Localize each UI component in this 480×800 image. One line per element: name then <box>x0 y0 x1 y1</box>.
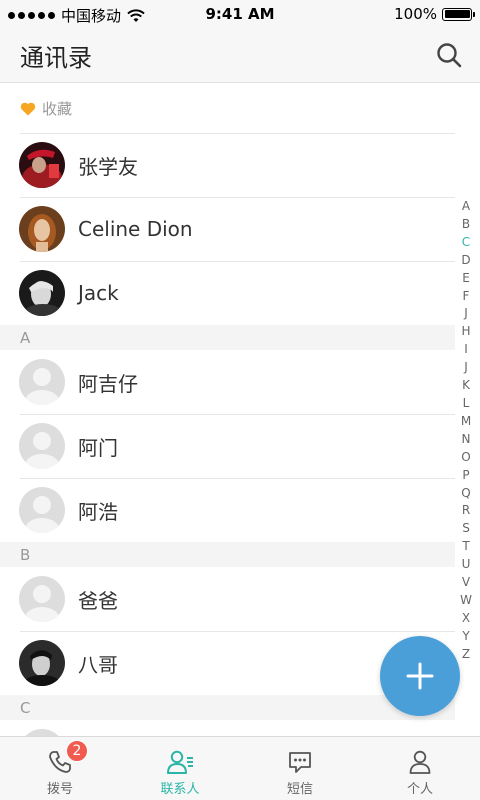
contact-name: Jack <box>78 281 119 305</box>
index-letter[interactable]: I <box>464 341 468 359</box>
contact-row[interactable]: Celine Dion <box>0 197 455 261</box>
heart-icon <box>20 102 36 115</box>
default-avatar-icon <box>19 423 65 469</box>
contact-name: Celine Dion <box>78 217 193 241</box>
index-letter[interactable]: K <box>462 377 470 395</box>
tab-label: 联系人 <box>160 782 200 797</box>
index-letter[interactable]: J <box>464 305 468 323</box>
default-avatar-icon <box>19 729 65 736</box>
avatar <box>19 640 65 686</box>
index-letter[interactable]: U <box>462 556 471 574</box>
index-letter[interactable]: A <box>462 198 470 216</box>
contact-row[interactable]: 阿吉仔 <box>0 350 455 414</box>
contact-list[interactable]: 收藏 张学友 Celine Dion Jack A 阿吉仔 阿门 阿浩 B 爸爸… <box>0 84 455 736</box>
favorites-header: 收藏 <box>0 84 455 133</box>
battery-percent: 100% <box>394 5 437 23</box>
index-letter[interactable]: Z <box>462 646 470 664</box>
plus-icon <box>406 662 434 690</box>
avatar <box>19 206 65 252</box>
index-letter[interactable]: R <box>462 502 470 520</box>
contact-name: 阿浩 <box>78 499 118 524</box>
index-letter[interactable]: E <box>462 270 470 288</box>
index-letter[interactable]: O <box>461 449 470 467</box>
contact-name: 爸爸 <box>78 588 118 613</box>
search-icon[interactable] <box>434 40 464 70</box>
index-letter[interactable]: C <box>462 234 470 252</box>
index-letter[interactable]: P <box>462 467 469 485</box>
battery-icon <box>442 7 475 21</box>
status-bar: 中国移动 9:41 AM 100% <box>0 0 480 28</box>
contact-name: 阿门 <box>78 435 118 460</box>
alphabet-index[interactable]: ABCDEFJHIJKLMNOPQRSTUVWXYZ <box>458 198 474 664</box>
tab-label: 个人 <box>406 782 433 797</box>
index-letter[interactable]: T <box>462 538 469 556</box>
index-letter[interactable]: M <box>461 413 471 431</box>
index-letter[interactable]: S <box>462 520 470 538</box>
contact-row[interactable] <box>0 720 455 736</box>
contact-name: 八哥 <box>78 652 118 677</box>
index-letter[interactable]: L <box>463 395 470 413</box>
contact-row[interactable]: 阿门 <box>0 414 455 478</box>
index-letter[interactable]: F <box>463 288 470 306</box>
tab-bar: 2 拨号 联系人 短信 个人 <box>0 736 480 800</box>
contact-row[interactable]: Jack <box>0 261 455 325</box>
index-letter[interactable]: Y <box>462 628 469 646</box>
default-avatar-icon <box>19 576 65 622</box>
avatar <box>19 270 65 316</box>
contact-name: 张学友 <box>78 154 138 179</box>
tab-profile[interactable]: 个人 <box>360 737 480 800</box>
tab-label: 短信 <box>286 782 313 797</box>
index-letter[interactable]: X <box>462 610 470 628</box>
index-letter[interactable]: W <box>460 592 472 610</box>
contact-row[interactable]: 张学友 <box>0 133 455 197</box>
status-right: 100% <box>394 5 475 23</box>
index-letter[interactable]: Q <box>461 485 470 503</box>
missed-call-badge: 2 <box>66 740 88 762</box>
favorites-label: 收藏 <box>42 100 73 118</box>
tab-messages[interactable]: 短信 <box>240 737 360 800</box>
tab-dial[interactable]: 2 拨号 <box>0 737 120 800</box>
default-avatar-icon <box>19 359 65 405</box>
tab-label: 拨号 <box>46 782 73 797</box>
battery-fill <box>444 10 470 18</box>
index-letter[interactable]: V <box>462 574 470 592</box>
contact-row[interactable]: 爸爸 <box>0 567 455 631</box>
index-letter[interactable]: J <box>464 359 468 377</box>
default-avatar-icon <box>19 487 65 533</box>
message-icon <box>289 752 311 773</box>
index-letter[interactable]: B <box>462 216 470 234</box>
user-icon <box>409 750 431 774</box>
app-header: 通讯录 <box>0 28 480 83</box>
index-letter[interactable]: N <box>462 431 471 449</box>
index-letter[interactable]: D <box>461 252 470 270</box>
page-title: 通讯录 <box>20 44 92 72</box>
contacts-icon <box>167 750 193 774</box>
section-header-a: A <box>0 325 455 350</box>
contact-name: 阿吉仔 <box>78 371 138 396</box>
index-letter[interactable]: H <box>461 323 470 341</box>
tab-contacts[interactable]: 联系人 <box>120 737 240 800</box>
section-header-b: B <box>0 542 455 567</box>
avatar <box>19 142 65 188</box>
contact-row[interactable]: 阿浩 <box>0 478 455 542</box>
add-contact-button[interactable] <box>380 636 460 716</box>
